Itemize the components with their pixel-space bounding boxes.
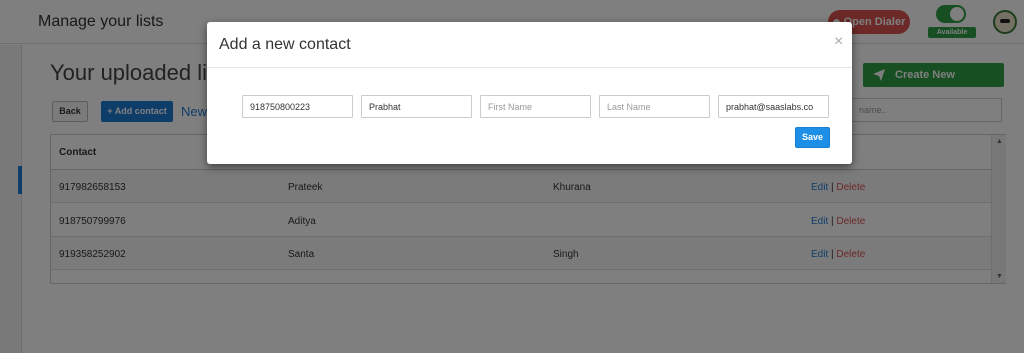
modal-divider bbox=[207, 67, 852, 68]
modal-title: Add a new contact bbox=[219, 36, 351, 53]
phone-number-input[interactable] bbox=[242, 95, 353, 118]
save-button[interactable]: Save bbox=[795, 127, 830, 148]
email-input[interactable] bbox=[718, 95, 829, 118]
add-contact-modal: Add a new contact × Save bbox=[207, 22, 852, 164]
first-name-input[interactable] bbox=[480, 95, 591, 118]
last-name-input[interactable] bbox=[599, 95, 710, 118]
name-input[interactable] bbox=[361, 95, 472, 118]
close-icon[interactable]: × bbox=[834, 34, 843, 50]
